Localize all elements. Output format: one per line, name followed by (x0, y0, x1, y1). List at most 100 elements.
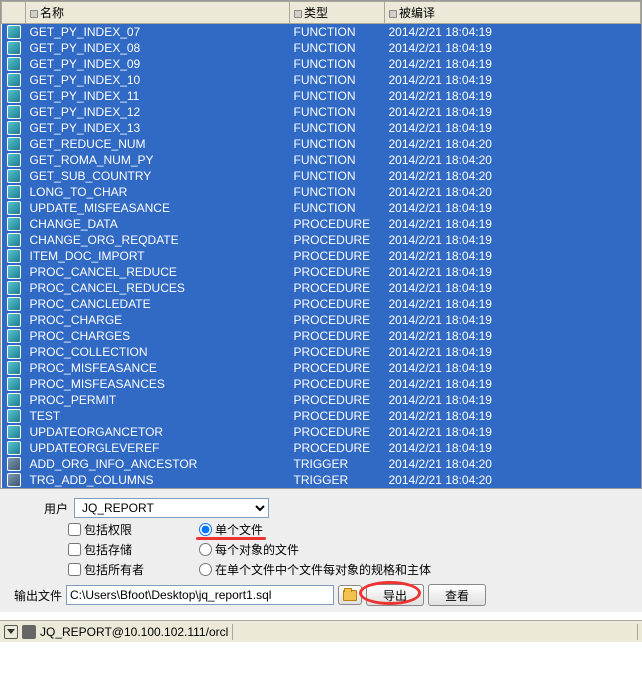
table-row[interactable]: PROC_CANCEL_REDUCESPROCEDURE2014/2/21 18… (2, 280, 641, 296)
rdo-each-file[interactable]: 每个对象的文件 (199, 541, 431, 558)
procedure-icon (7, 377, 21, 391)
cell-name: ADD_ORG_INFO_ANCESTOR (26, 456, 290, 472)
table-row[interactable]: CHANGE_DATAPROCEDURE2014/2/21 18:04:19 (2, 216, 641, 232)
folder-icon (343, 590, 357, 601)
table-row[interactable]: GET_ROMA_NUM_PYFUNCTION2014/2/21 18:04:2… (2, 152, 641, 168)
cell-date: 2014/2/21 18:04:20 (385, 136, 641, 152)
cell-date: 2014/2/21 18:04:19 (385, 344, 641, 360)
table-row[interactable]: PROC_CHARGESPROCEDURE2014/2/21 18:04:19 (2, 328, 641, 344)
procedure-icon (7, 361, 21, 375)
cell-type: PROCEDURE (290, 376, 385, 392)
user-select[interactable]: JQ_REPORT (74, 498, 269, 518)
cell-name: GET_PY_INDEX_07 (26, 24, 290, 41)
cell-name: GET_SUB_COUNTRY (26, 168, 290, 184)
cell-name: PROC_CHARGES (26, 328, 290, 344)
table-row[interactable]: CHANGE_ORG_REQDATEPROCEDURE2014/2/21 18:… (2, 232, 641, 248)
cell-name: LONG_TO_CHAR (26, 184, 290, 200)
cell-type: FUNCTION (290, 88, 385, 104)
rdo-single-file[interactable]: 单个文件 (199, 521, 431, 538)
output-file-label: 输出文件 (8, 587, 62, 604)
cell-type: PROCEDURE (290, 360, 385, 376)
table-row[interactable]: GET_PY_INDEX_11FUNCTION2014/2/21 18:04:1… (2, 88, 641, 104)
export-button[interactable]: 导出 (366, 584, 424, 606)
procedure-icon (7, 265, 21, 279)
procedure-icon (7, 329, 21, 343)
table-row[interactable]: PROC_CHARGEPROCEDURE2014/2/21 18:04:19 (2, 312, 641, 328)
table-row[interactable]: GET_PY_INDEX_10FUNCTION2014/2/21 18:04:1… (2, 72, 641, 88)
cell-date: 2014/2/21 18:04:19 (385, 104, 641, 120)
procedure-icon (7, 345, 21, 359)
cell-date: 2014/2/21 18:04:19 (385, 88, 641, 104)
cell-name: UPDATEORGANCETOR (26, 424, 290, 440)
table-row[interactable]: UPDATEORGANCETORPROCEDURE2014/2/21 18:04… (2, 424, 641, 440)
cell-type: PROCEDURE (290, 264, 385, 280)
table-row[interactable]: GET_PY_INDEX_08FUNCTION2014/2/21 18:04:1… (2, 40, 641, 56)
table-row[interactable]: PROC_PERMITPROCEDURE2014/2/21 18:04:19 (2, 392, 641, 408)
cell-name: GET_PY_INDEX_11 (26, 88, 290, 104)
table-row[interactable]: PROC_CANCLEDATEPROCEDURE2014/2/21 18:04:… (2, 296, 641, 312)
column-header-name[interactable]: 名称 (26, 2, 290, 24)
table-row[interactable]: TESTPROCEDURE2014/2/21 18:04:19 (2, 408, 641, 424)
function-icon (7, 25, 21, 39)
table-row[interactable]: UPDATEORGLEVEREFPROCEDURE2014/2/21 18:04… (2, 440, 641, 456)
cell-name: GET_PY_INDEX_13 (26, 120, 290, 136)
connection-text: JQ_REPORT@10.100.102.111/orcl (40, 625, 228, 639)
table-row[interactable]: GET_PY_INDEX_12FUNCTION2014/2/21 18:04:1… (2, 104, 641, 120)
table-row[interactable]: GET_REDUCE_NUMFUNCTION2014/2/21 18:04:20 (2, 136, 641, 152)
trigger-icon (7, 457, 21, 471)
table-row[interactable]: GET_SUB_COUNTRYFUNCTION2014/2/21 18:04:2… (2, 168, 641, 184)
cell-date: 2014/2/21 18:04:19 (385, 248, 641, 264)
cell-date: 2014/2/21 18:04:19 (385, 296, 641, 312)
table-row[interactable]: PROC_CANCEL_REDUCEPROCEDURE2014/2/21 18:… (2, 264, 641, 280)
column-header-type[interactable]: 类型 (290, 2, 385, 24)
cell-type: PROCEDURE (290, 312, 385, 328)
table-row[interactable]: PROC_MISFEASANCEPROCEDURE2014/2/21 18:04… (2, 360, 641, 376)
cell-type: FUNCTION (290, 24, 385, 41)
chk-include-owner[interactable]: 包括所有者 (68, 561, 144, 578)
cell-type: TRIGGER (290, 456, 385, 472)
procedure-icon (7, 313, 21, 327)
browse-button[interactable] (338, 585, 362, 605)
table-row[interactable]: GET_PY_INDEX_07FUNCTION2014/2/21 18:04:1… (2, 24, 641, 41)
cell-name: GET_REDUCE_NUM (26, 136, 290, 152)
cell-date: 2014/2/21 18:04:19 (385, 328, 641, 344)
table-row[interactable]: ADD_ORG_INFO_ANCESTORTRIGGER2014/2/21 18… (2, 456, 641, 472)
function-icon (7, 137, 21, 151)
cell-type: FUNCTION (290, 152, 385, 168)
table-row[interactable]: UPDATE_MISFEASANCEFUNCTION2014/2/21 18:0… (2, 200, 641, 216)
cell-date: 2014/2/21 18:04:20 (385, 184, 641, 200)
function-icon (7, 41, 21, 55)
table-row[interactable]: TRG_ADD_COLUMNSTRIGGER2014/2/21 18:04:20 (2, 472, 641, 488)
output-file-input[interactable] (66, 585, 334, 605)
cell-date: 2014/2/21 18:04:19 (385, 376, 641, 392)
chk-include-priv[interactable]: 包括权限 (68, 521, 144, 538)
procedure-icon (7, 425, 21, 439)
status-dropdown-icon[interactable] (4, 625, 18, 639)
view-button[interactable]: 查看 (428, 584, 486, 606)
procedure-icon (7, 249, 21, 263)
table-row[interactable]: PROC_COLLECTIONPROCEDURE2014/2/21 18:04:… (2, 344, 641, 360)
rdo-spec-body[interactable]: 在单个文件中个文件每对象的规格和主体 (199, 561, 431, 578)
cell-name: PROC_MISFEASANCE (26, 360, 290, 376)
table-row[interactable]: GET_PY_INDEX_13FUNCTION2014/2/21 18:04:1… (2, 120, 641, 136)
column-header-compiled[interactable]: 被编译 (385, 2, 641, 24)
column-header-icon[interactable] (2, 2, 26, 24)
cell-name: UPDATEORGLEVEREF (26, 440, 290, 456)
objects-table[interactable]: 名称 类型 被编译 GET_PY_INDEX_07FUNCTION2014/2/… (1, 1, 641, 488)
cell-type: PROCEDURE (290, 440, 385, 456)
cell-type: PROCEDURE (290, 328, 385, 344)
table-row[interactable]: PROC_MISFEASANCESPROCEDURE2014/2/21 18:0… (2, 376, 641, 392)
procedure-icon (7, 393, 21, 407)
table-row[interactable]: ITEM_DOC_IMPORTPROCEDURE2014/2/21 18:04:… (2, 248, 641, 264)
cell-date: 2014/2/21 18:04:19 (385, 200, 641, 216)
cell-date: 2014/2/21 18:04:19 (385, 440, 641, 456)
table-row[interactable]: LONG_TO_CHARFUNCTION2014/2/21 18:04:20 (2, 184, 641, 200)
cell-name: UPDATE_MISFEASANCE (26, 200, 290, 216)
chk-include-storage[interactable]: 包括存储 (68, 541, 144, 558)
highlight-underline-icon (196, 537, 266, 540)
cell-date: 2014/2/21 18:04:19 (385, 264, 641, 280)
cell-type: PROCEDURE (290, 408, 385, 424)
cell-date: 2014/2/21 18:04:19 (385, 72, 641, 88)
table-row[interactable]: GET_PY_INDEX_09FUNCTION2014/2/21 18:04:1… (2, 56, 641, 72)
connection-icon (22, 625, 36, 639)
